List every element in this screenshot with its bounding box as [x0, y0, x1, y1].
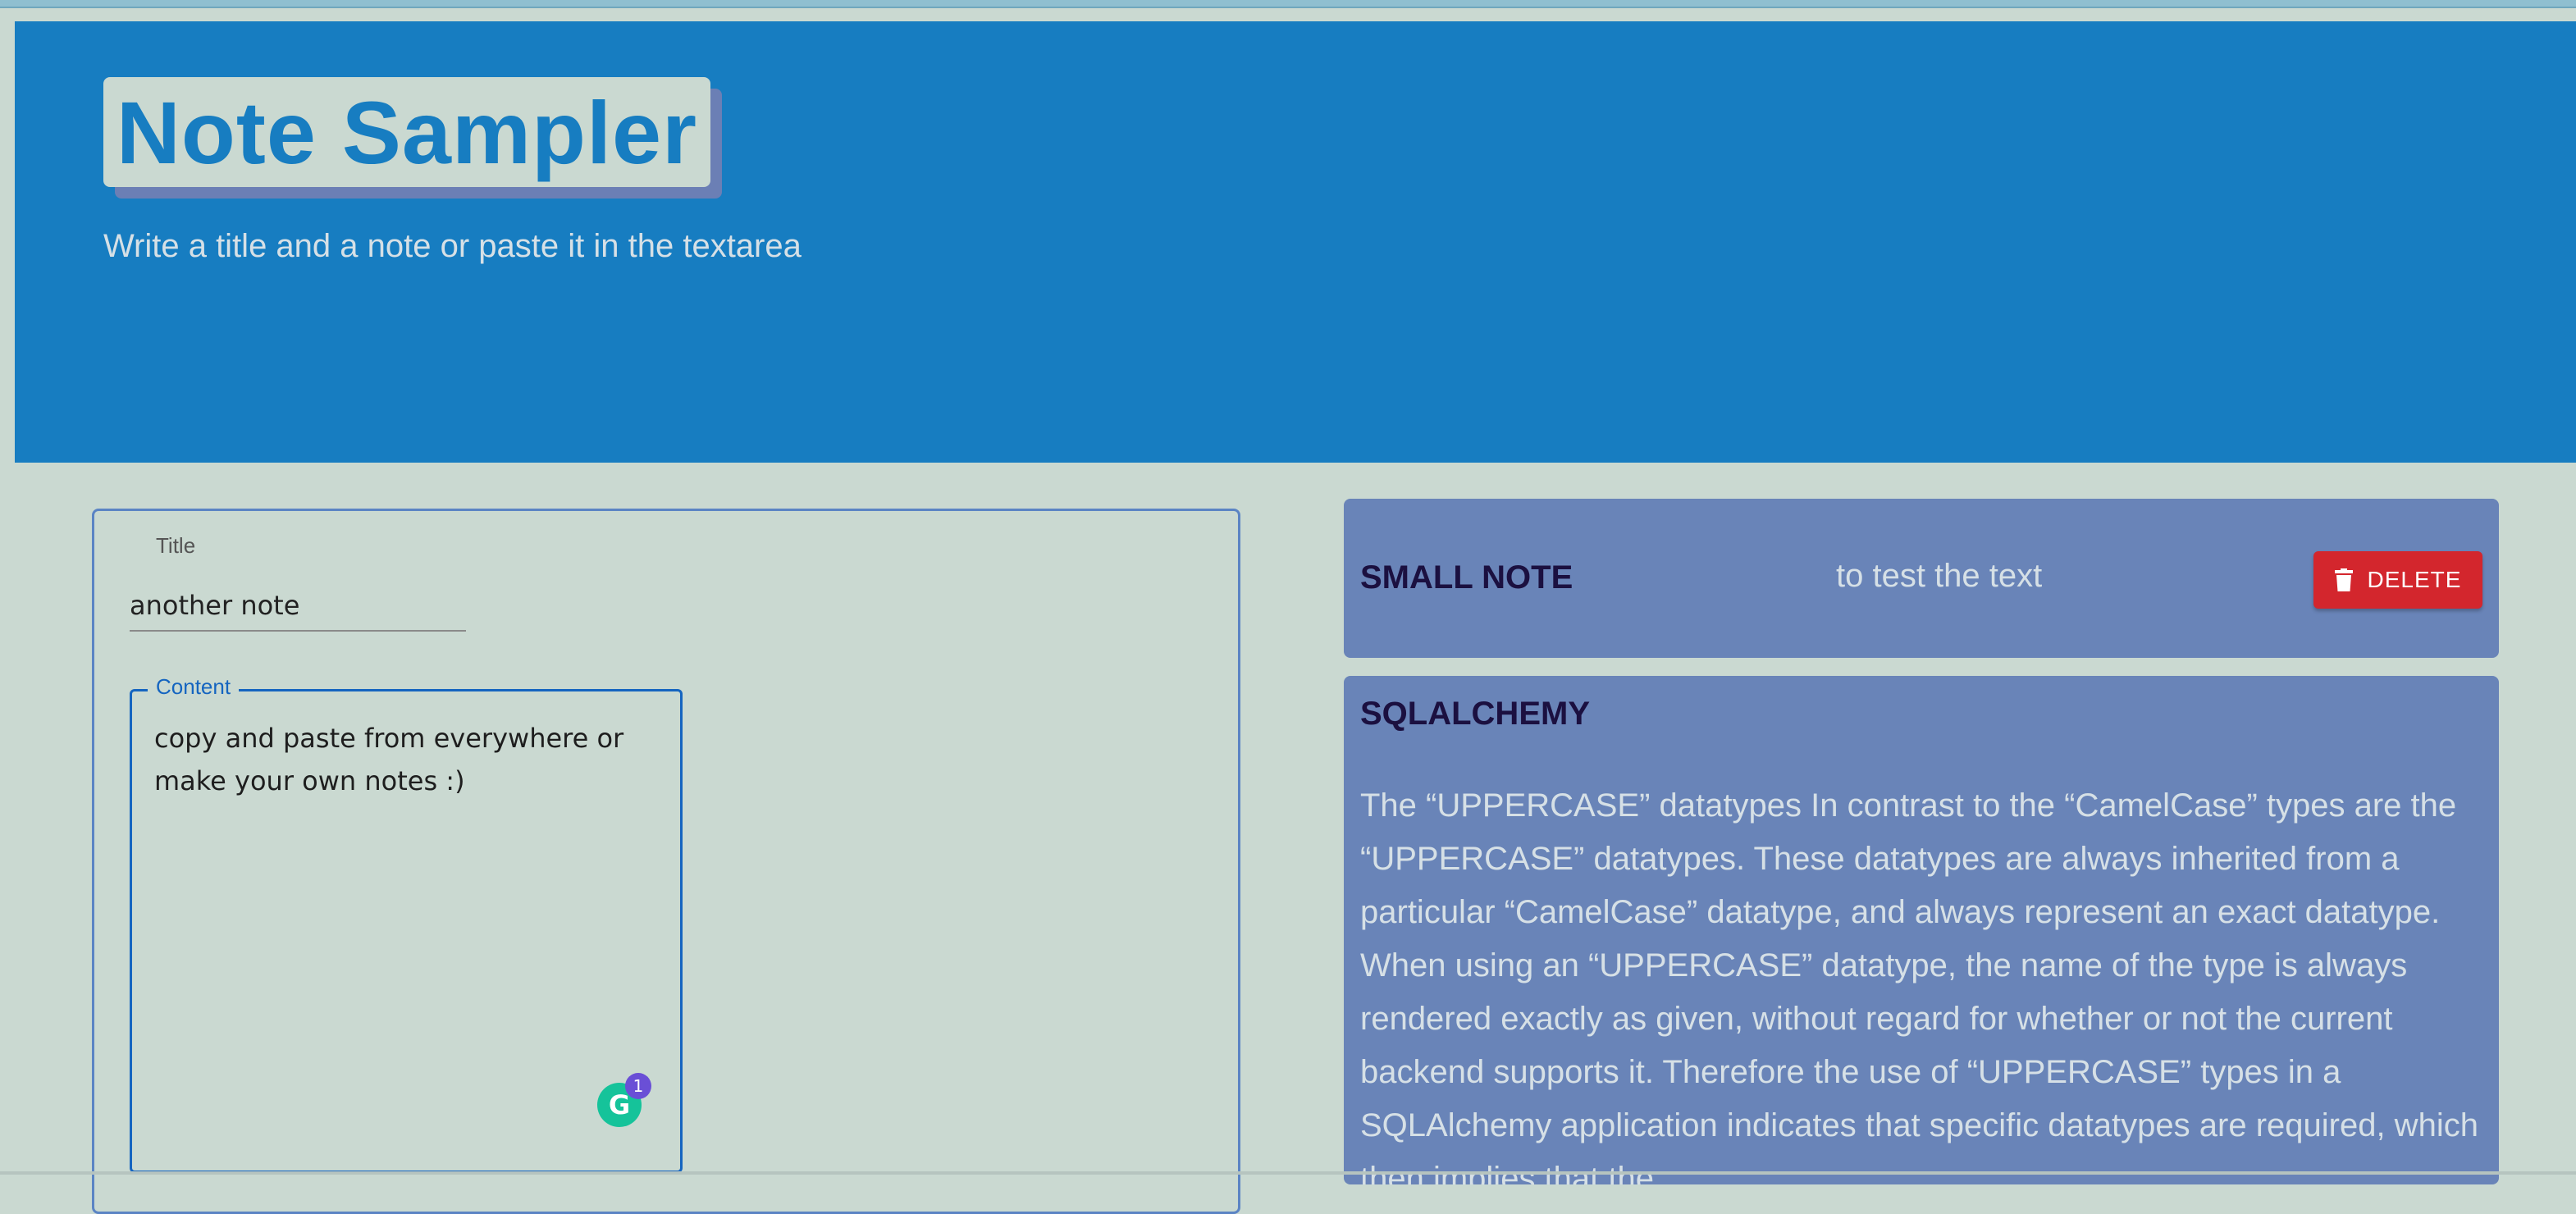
title-field-label: Title: [156, 533, 196, 558]
bottom-divider: [0, 1171, 2576, 1175]
app-title: Note Sampler: [116, 82, 698, 182]
content-field-label: Content: [148, 674, 240, 700]
grammarly-count-badge: 1: [625, 1073, 651, 1099]
note-card: SQLALCHEMY The “UPPERCASE” datatypes In …: [1344, 676, 2499, 1184]
note-title: SQLALCHEMY: [1360, 696, 1590, 732]
content-textarea-value[interactable]: copy and paste from everywhere or make y…: [154, 717, 655, 802]
title-box: Note Sampler: [103, 77, 710, 187]
delete-note-button[interactable]: DELETE: [2313, 551, 2482, 609]
note-content: to test the text: [1836, 558, 2043, 594]
left-margin: [0, 8, 15, 1175]
note-content: The “UPPERCASE” datatypes In contrast to…: [1360, 787, 2478, 1184]
delete-button-label: DELETE: [2367, 567, 2462, 592]
browser-top-strip: [0, 0, 2576, 8]
app-subtitle: Write a title and a note or paste it in …: [103, 228, 802, 264]
trash-icon: [2334, 568, 2353, 591]
note-title: SMALL NOTE: [1360, 559, 1573, 596]
title-input[interactable]: [130, 581, 466, 632]
note-card: SMALL NOTE to test the text DELETE: [1344, 499, 2499, 658]
app-title-block: Note Sampler: [103, 77, 722, 199]
